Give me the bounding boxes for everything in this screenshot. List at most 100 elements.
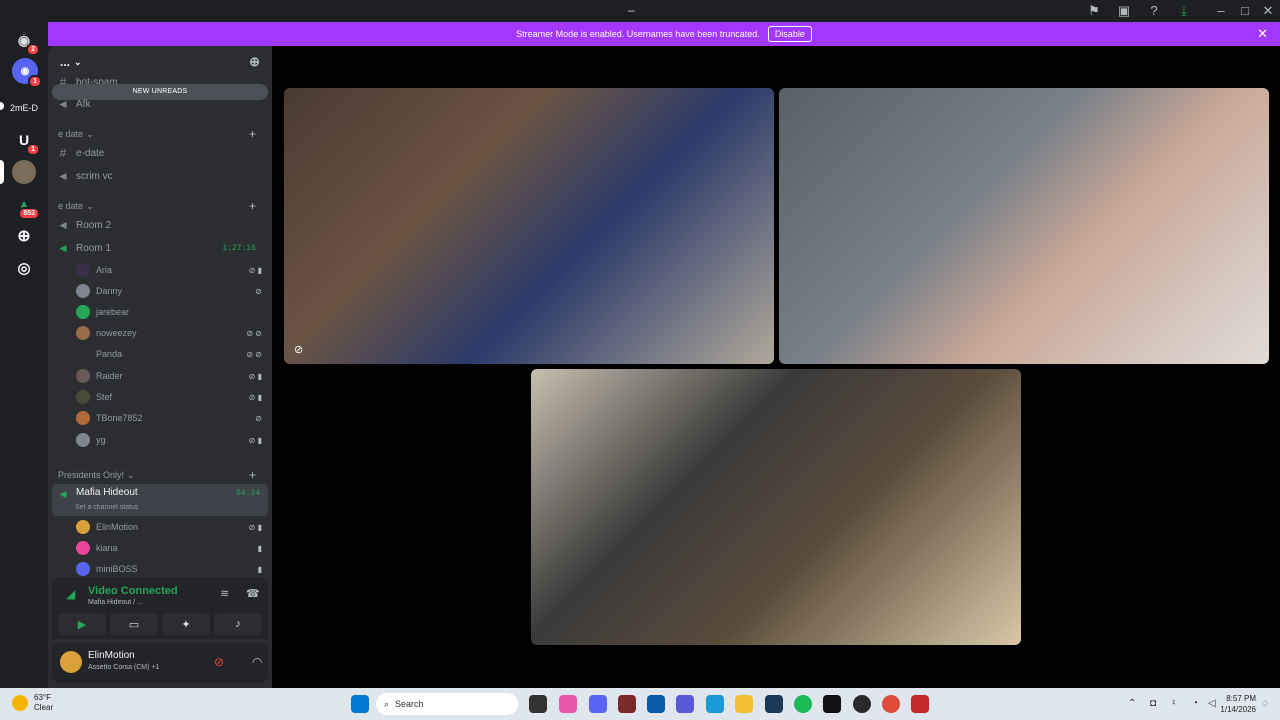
- server-icon-1[interactable]: ◉ 1: [12, 58, 42, 88]
- channel-room-1[interactable]: ◄ Room 1 1:27:16: [56, 238, 264, 258]
- soundboard-button[interactable]: ♪: [214, 613, 262, 635]
- member-name: Aria: [96, 265, 113, 275]
- avatar[interactable]: [60, 651, 82, 673]
- weather-widget[interactable]: 63°F Clear: [12, 693, 53, 713]
- chevron-down-icon: ⌄: [86, 200, 94, 211]
- voice-member[interactable]: noweezey ⊘ ⊘: [76, 323, 266, 343]
- screen-share-button[interactable]: ▭: [110, 613, 158, 635]
- channel-status[interactable]: Set a channel status: [75, 504, 138, 511]
- channel-room-2[interactable]: ◄ Room 2: [56, 215, 264, 235]
- category-e-date-2[interactable]: e date ⌄ +: [58, 199, 262, 213]
- channel-scrim-vc[interactable]: ◄ scrim vc: [56, 166, 264, 186]
- video-tile-2[interactable]: [779, 88, 1269, 364]
- inbox-icon[interactable]: ⚑: [1086, 3, 1102, 19]
- member-status-icons: ⊘ ⊘: [246, 349, 262, 359]
- direct-messages-button[interactable]: ◉ 2: [12, 28, 40, 56]
- help-icon[interactable]: ?: [1146, 3, 1162, 19]
- close-banner-icon[interactable]: ✕: [1257, 27, 1268, 40]
- app-icon[interactable]: [853, 695, 871, 713]
- close-window-icon[interactable]: ✕: [1260, 3, 1276, 19]
- app-icon[interactable]: [911, 695, 929, 713]
- disable-streamer-mode-button[interactable]: Disable: [767, 26, 812, 42]
- invite-icon[interactable]: ⊕: [249, 54, 260, 70]
- terminal-icon[interactable]: [823, 695, 841, 713]
- wifi-icon[interactable]: ◔: [1192, 698, 1198, 709]
- voice-member[interactable]: miniBOSS ▮: [76, 559, 266, 579]
- maximize-icon[interactable]: □: [1237, 3, 1253, 19]
- volume-icon[interactable]: ◁: [1208, 698, 1216, 709]
- tray-app-icon[interactable]: ◘: [1150, 698, 1156, 709]
- voice-status[interactable]: Video Connected: [88, 585, 178, 597]
- headphones-icon[interactable]: ◠: [252, 655, 262, 669]
- activities-button[interactable]: ✦: [162, 613, 210, 635]
- category-label: e date: [58, 129, 84, 139]
- avatar: [76, 326, 90, 340]
- voice-member[interactable]: yg ⊘ ▮: [76, 430, 266, 450]
- server-icon-green[interactable]: ▲ 853: [12, 192, 40, 220]
- notification-icon[interactable]: ◌: [1262, 698, 1268, 709]
- server-icon-ue[interactable]: U1: [12, 128, 40, 156]
- category-e-date[interactable]: e date ⌄ +: [58, 127, 262, 141]
- voice-member[interactable]: Panda ⊘ ⊘: [76, 344, 266, 364]
- taskbar-clock[interactable]: 8:57 PM 1/14/2026: [1220, 693, 1256, 715]
- avatar: [76, 369, 90, 383]
- server-icon-avatar[interactable]: [12, 160, 36, 184]
- category-presidents-only[interactable]: Presidents Only! ⌄ +: [58, 468, 262, 482]
- channel-e-date[interactable]: # e-date: [56, 143, 264, 163]
- teams-icon[interactable]: [676, 695, 694, 713]
- file-explorer-icon[interactable]: [735, 695, 753, 713]
- noise-suppression-icon[interactable]: ≋: [220, 587, 229, 600]
- voice-member[interactable]: Danny ⊘: [76, 281, 266, 301]
- video-tile-3[interactable]: [531, 369, 1021, 645]
- add-channel-icon[interactable]: +: [249, 468, 256, 482]
- voice-member[interactable]: TBone7852 ⊘: [76, 408, 266, 428]
- disconnect-icon[interactable]: ☎: [246, 587, 260, 600]
- streamer-mode-banner: Streamer Mode is enabled. Usernames have…: [48, 22, 1280, 46]
- add-server-icon[interactable]: ⊕: [12, 224, 36, 248]
- voice-member[interactable]: Raider ⊘ ▮: [76, 366, 266, 386]
- voice-member[interactable]: Stef ⊘ ▮: [76, 387, 266, 407]
- member-name: Stef: [96, 392, 113, 402]
- video-tile-1[interactable]: ⊘: [284, 88, 774, 364]
- member-name: kiana: [96, 543, 118, 553]
- task-view-icon[interactable]: [529, 695, 547, 713]
- speaker-icon: ◄: [57, 169, 69, 183]
- voice-member[interactable]: ElinMotion ⊘ ▮: [76, 517, 266, 537]
- voice-member[interactable]: kiana ▮: [76, 538, 266, 558]
- dm-badge: 2: [26, 43, 40, 56]
- unread-pill: [0, 102, 4, 110]
- clock-date: 1/14/2026: [1220, 705, 1256, 714]
- member-name: noweezey: [96, 328, 137, 338]
- video-stage: ⊘: [272, 46, 1280, 688]
- start-icon[interactable]: [351, 695, 369, 713]
- voice-member[interactable]: Aria ⊘ ▮: [76, 260, 266, 280]
- taskbar-search[interactable]: ⌕ Search: [376, 693, 518, 715]
- chrome-icon[interactable]: [882, 695, 900, 713]
- add-channel-icon[interactable]: +: [249, 127, 256, 141]
- quick-switcher-icon[interactable]: ▣: [1116, 3, 1132, 19]
- channel-afk[interactable]: ◄ Afk: [56, 94, 264, 114]
- camera-button[interactable]: ▶: [58, 613, 106, 635]
- steam-icon[interactable]: [765, 695, 783, 713]
- user-name[interactable]: ElinMotion: [88, 650, 135, 661]
- app-icon[interactable]: [618, 695, 636, 713]
- explore-icon[interactable]: ◎: [12, 256, 36, 280]
- mute-mic-icon[interactable]: ⊘: [214, 655, 224, 669]
- spotify-icon[interactable]: [794, 695, 812, 713]
- tray-chevron-icon[interactable]: ⌃: [1128, 698, 1136, 709]
- windows-taskbar: 63°F Clear ⌕ Search ⌃ ◘ ♮ ◔ ◁ 8:57 PM 1/14/…: [0, 688, 1280, 720]
- minimize-icon[interactable]: –: [1213, 3, 1229, 19]
- member-name: Panda: [96, 349, 123, 359]
- add-channel-icon[interactable]: +: [249, 199, 256, 213]
- voice-member[interactable]: jarebear: [76, 302, 266, 322]
- store-icon[interactable]: [647, 695, 665, 713]
- server-icon-text[interactable]: 2mE-D: [8, 96, 40, 120]
- copilot-icon[interactable]: [559, 695, 577, 713]
- discord-taskbar-icon[interactable]: [589, 695, 607, 713]
- edge-icon[interactable]: [706, 695, 724, 713]
- download-icon[interactable]: ⤓: [1176, 3, 1192, 19]
- channel-mafia-hideout[interactable]: ◄ Mafia Hideout 54:34 Set a channel status: [52, 484, 268, 516]
- voice-location[interactable]: Mafia Hideout / ...: [88, 599, 143, 606]
- voice-action-buttons: ▶ ▭ ✦ ♪: [52, 613, 268, 639]
- microphone-icon[interactable]: ♮: [1172, 698, 1176, 709]
